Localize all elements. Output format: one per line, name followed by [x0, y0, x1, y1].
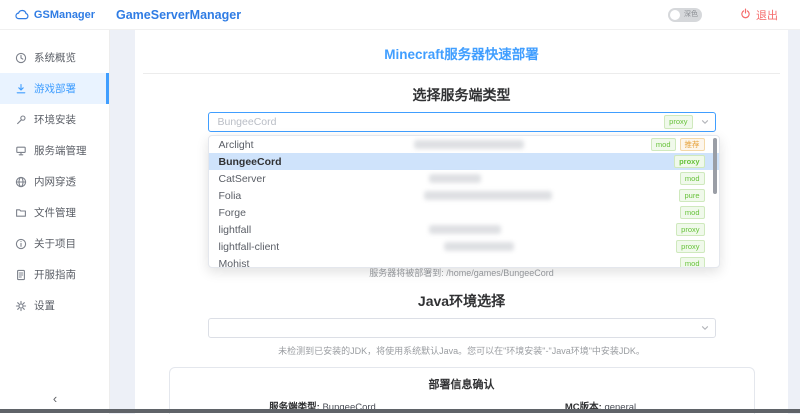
confirm-card: 部署信息确认 服务端类型: BungeeCord MC版本: general 构…	[168, 367, 755, 414]
option-name: Mohist	[218, 257, 250, 268]
sidebar-item-label: 游戏部署	[34, 83, 76, 95]
option-tag: pure	[679, 188, 705, 203]
server-type-control: BungeeCord proxy Arclight mod 推荐 BungeeCo…	[207, 112, 720, 268]
overview-icon	[15, 52, 27, 64]
toggle-knob-icon	[670, 9, 680, 20]
java-select-control	[207, 318, 716, 338]
sidebar-item-label: 文件管理	[34, 207, 76, 219]
option-tag: mod	[679, 205, 705, 220]
deploy-card: Minecraft服务器快速部署 选择服务端类型 BungeeCord prox…	[135, 30, 788, 414]
bottom-scrollbar[interactable]	[0, 409, 800, 413]
redacted-blur	[428, 174, 481, 183]
logout-icon	[740, 8, 751, 22]
option-name: Arclight	[218, 138, 254, 151]
server-type-select[interactable]: BungeeCord proxy	[207, 112, 716, 132]
server-type-select-value: BungeeCord	[217, 116, 277, 128]
theme-toggle-label: 深色	[684, 11, 698, 18]
title-divider	[143, 73, 780, 74]
sidebar-item-label: 系统概览	[34, 52, 76, 64]
confirm-heading: 部署信息确认	[428, 379, 495, 391]
java-heading: Java环境选择	[417, 293, 506, 309]
sidebar-item[interactable]: 文件管理	[0, 197, 109, 228]
app-title: GameServerManager	[116, 7, 242, 22]
server-type-select-tag: proxy	[664, 115, 693, 129]
sidebar-item[interactable]: 关于项目	[0, 228, 109, 259]
dropdown-option[interactable]: CatServer mod	[209, 170, 719, 187]
server-type-dropdown: Arclight mod 推荐 BungeeCord proxy CatServe…	[207, 135, 720, 268]
chevron-down-icon	[700, 117, 710, 127]
theme-toggle[interactable]: 深色	[668, 7, 702, 22]
sidebar-item[interactable]: 系统概览	[0, 42, 109, 73]
option-name: Forge	[218, 206, 246, 219]
server-icon	[15, 145, 27, 157]
logout-button[interactable]: 退出	[740, 7, 778, 23]
option-tag: 推荐	[679, 137, 705, 152]
sidebar-item[interactable]: 游戏部署	[0, 73, 109, 104]
top-header: GSManager GameServerManager 深色 退出	[0, 0, 800, 30]
app-window: GSManager GameServerManager 深色 退出 系统概览 游…	[0, 0, 800, 414]
dropdown-option[interactable]: Folia pure	[209, 187, 719, 204]
sidebar-item-label: 服务端管理	[34, 145, 87, 157]
option-name: Folia	[218, 189, 242, 202]
option-name: CatServer	[218, 172, 266, 185]
redacted-blur	[428, 225, 501, 234]
sidebar-item[interactable]: 服务端管理	[0, 135, 109, 166]
dropdown-option[interactable]: BungeeCord proxy	[208, 153, 719, 170]
sidebar-item[interactable]: 环境安装	[0, 104, 109, 135]
logout-label: 退出	[756, 9, 778, 22]
redacted-blur	[413, 140, 524, 149]
option-name: lightfall	[218, 223, 252, 236]
dropdown-option[interactable]: Mohist mod	[209, 255, 719, 268]
option-tag: proxy	[676, 239, 705, 254]
dropdown-option[interactable]: lightfall proxy	[209, 221, 719, 238]
sidebar: 系统概览 游戏部署 环境安装 服务端管理 内网穿透 文件管理 关于项目 开服指南…	[0, 30, 110, 414]
sidebar-item[interactable]: 设置	[0, 290, 109, 321]
page-title: Minecraft服务器快速部署	[384, 47, 539, 62]
option-name: lightfall-client	[218, 240, 280, 253]
cloud-icon	[15, 9, 30, 20]
redacted-blur	[443, 242, 514, 251]
sidebar-item-label: 内网穿透	[34, 176, 76, 188]
dropdown-option[interactable]: Forge mod	[209, 204, 719, 221]
main-area: Minecraft服务器快速部署 选择服务端类型 BungeeCord prox…	[110, 30, 800, 414]
logo[interactable]: GSManager	[0, 9, 110, 21]
sidebar-item-label: 关于项目	[34, 238, 76, 250]
option-name: BungeeCord	[218, 155, 282, 168]
deploy-icon	[15, 83, 27, 95]
dropdown-option[interactable]: Arclight mod 推荐	[209, 136, 719, 153]
sidebar-item[interactable]: 开服指南	[0, 259, 109, 290]
java-select[interactable]	[207, 318, 716, 338]
chevron-down-icon	[700, 323, 710, 333]
info-icon	[15, 238, 27, 250]
sidebar-item-label: 设置	[34, 300, 55, 312]
guide-icon	[15, 269, 27, 281]
server-type-heading: 选择服务端类型	[412, 87, 511, 103]
wrench-icon	[15, 114, 27, 126]
option-tag: proxy	[676, 222, 705, 237]
dropdown-scrollbar[interactable]	[712, 138, 717, 194]
gear-icon	[15, 300, 27, 312]
option-tag: mod	[679, 256, 705, 267]
redacted-blur	[423, 191, 552, 200]
sidebar-item[interactable]: 内网穿透	[0, 166, 109, 197]
logo-text: GSManager	[33, 8, 96, 21]
option-tag: proxy	[674, 154, 705, 169]
sidebar-collapse-button[interactable]: ‹	[0, 391, 110, 406]
folder-icon	[15, 207, 27, 219]
option-tag: mod	[650, 137, 676, 152]
sidebar-item-label: 开服指南	[34, 269, 76, 281]
globe-icon	[15, 176, 27, 188]
option-tag: mod	[679, 171, 705, 186]
dropdown-option[interactable]: lightfall-client proxy	[209, 238, 719, 255]
sidebar-item-label: 环境安装	[34, 114, 76, 126]
sidebar-nav: 系统概览 游戏部署 环境安装 服务端管理 内网穿透 文件管理 关于项目 开服指南…	[0, 30, 109, 321]
java-hint: 未检测到已安装的JDK，将使用系统默认Java。您可以在"环境安装"-"Java…	[278, 346, 645, 356]
